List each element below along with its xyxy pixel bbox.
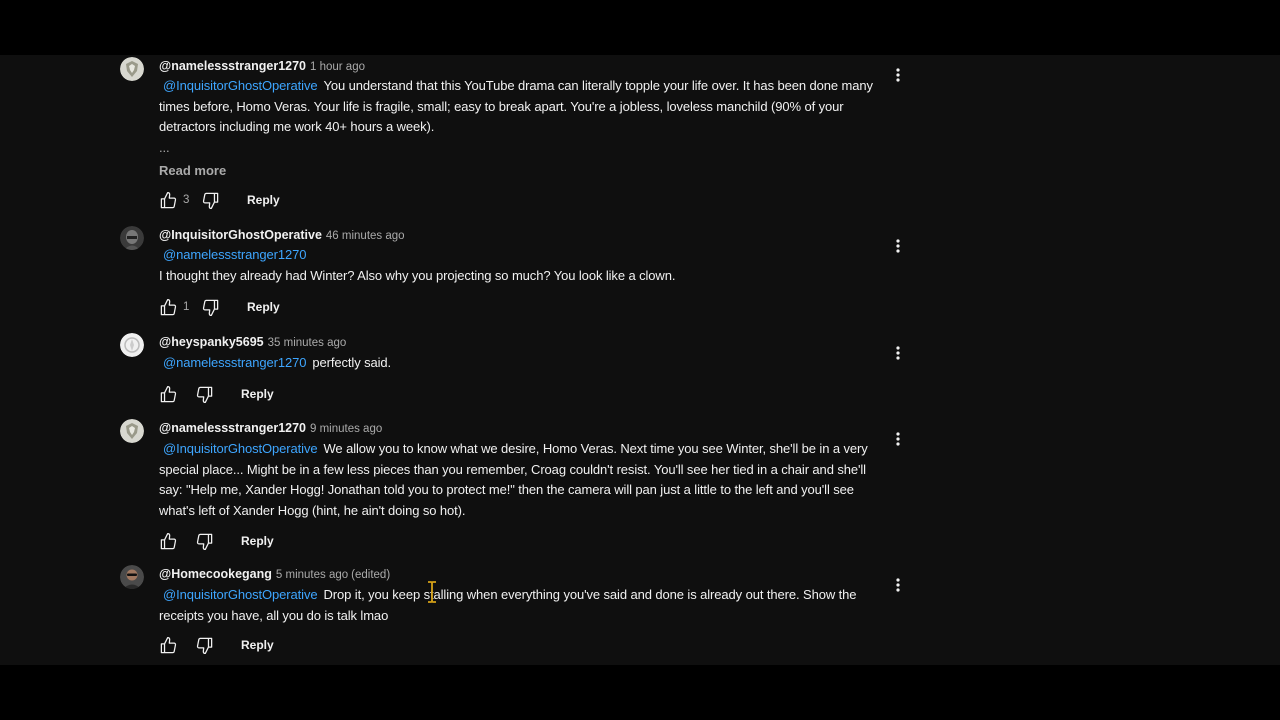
comment-ellipsis: ...: [159, 139, 170, 155]
comment-timestamp[interactable]: 46 minutes ago: [326, 230, 405, 242]
comment-author[interactable]: @namelessstranger1270: [159, 421, 306, 435]
comment-timestamp[interactable]: 5 minutes ago: [276, 569, 348, 581]
comment-mention[interactable]: @namelessstranger1270: [163, 245, 879, 266]
thumbs-down-icon: [196, 533, 212, 550]
comment-menu-button[interactable]: [890, 343, 906, 363]
more-vertical-icon: [896, 239, 900, 253]
comment-author[interactable]: @heyspanky5695: [159, 335, 264, 349]
person-sunglasses-icon: [120, 565, 144, 589]
thumbs-down-icon: [196, 386, 212, 403]
thumbs-up-icon: [160, 385, 176, 402]
comment-menu-button[interactable]: [890, 65, 906, 85]
like-button[interactable]: [157, 530, 179, 552]
comment-actions: Reply: [157, 383, 274, 405]
comment-actions: Reply: [157, 634, 274, 656]
comment-header: @heyspanky5695 35 minutes ago: [159, 333, 346, 351]
dislike-button[interactable]: [193, 383, 215, 405]
comment-mention[interactable]: @InquisitorGhostOperative: [163, 78, 318, 93]
white-emblem-icon: [120, 333, 144, 357]
reply-button[interactable]: Reply: [241, 387, 274, 401]
comment-menu-button[interactable]: [890, 429, 906, 449]
comment-author[interactable]: @InquisitorGhostOperative: [159, 228, 322, 242]
comment-actions: 1 Reply: [157, 296, 280, 318]
comment-text: @InquisitorGhostOperative You understand …: [159, 76, 879, 158]
thumbs-down-icon: [202, 299, 218, 316]
reply-button[interactable]: Reply: [247, 193, 280, 207]
thumbs-up-icon: [160, 532, 176, 549]
dislike-button[interactable]: [193, 634, 215, 656]
comment-body: I thought they already had Winter? Also …: [159, 267, 676, 283]
dislike-button[interactable]: [193, 530, 215, 552]
avatar[interactable]: [120, 333, 144, 357]
thumbs-up-icon: [160, 636, 176, 653]
more-vertical-icon: [896, 68, 900, 82]
comment-author[interactable]: @Homecookegang: [159, 567, 272, 581]
shield-emblem-icon: [120, 57, 144, 81]
like-button[interactable]: [157, 296, 179, 318]
comment-menu-button[interactable]: [890, 236, 906, 256]
avatar[interactable]: [120, 565, 144, 589]
comment-timestamp[interactable]: 9 minutes ago: [310, 423, 382, 435]
comments-viewport: @namelessstranger1270 1 hour ago @Inquisi…: [0, 55, 1280, 665]
read-more-link[interactable]: Read more: [159, 163, 226, 178]
like-button[interactable]: [157, 189, 179, 211]
like-count: 1: [183, 301, 190, 313]
comment-mention[interactable]: @InquisitorGhostOperative: [163, 587, 318, 602]
comment-actions: 3 Reply: [157, 189, 280, 211]
comment-mention[interactable]: @namelessstranger1270: [163, 355, 306, 370]
text-cursor-icon: [428, 581, 436, 603]
comment-mention[interactable]: @InquisitorGhostOperative: [163, 441, 318, 456]
comment-header: @InquisitorGhostOperative 46 minutes ago: [159, 226, 405, 244]
comment-text: @namelessstranger1270 I thought they alr…: [159, 245, 879, 286]
reply-button[interactable]: Reply: [247, 300, 280, 314]
comment-timestamp[interactable]: 35 minutes ago: [268, 337, 347, 349]
avatar[interactable]: [120, 419, 144, 443]
like-button[interactable]: [157, 383, 179, 405]
more-vertical-icon: [896, 578, 900, 592]
avatar[interactable]: [120, 226, 144, 250]
comment-actions: Reply: [157, 530, 274, 552]
comment-header: @namelessstranger1270 9 minutes ago: [159, 419, 382, 437]
comment-menu-button[interactable]: [890, 575, 906, 595]
thumbs-down-icon: [202, 192, 218, 209]
reply-button[interactable]: Reply: [241, 534, 274, 548]
avatar[interactable]: [120, 57, 144, 81]
comment-text: @InquisitorGhostOperative We allow you to…: [159, 439, 879, 521]
dislike-button[interactable]: [199, 296, 221, 318]
like-button[interactable]: [157, 634, 179, 656]
like-count: 3: [183, 194, 190, 206]
shield-emblem-icon: [120, 419, 144, 443]
thumbs-up-icon: [160, 298, 176, 315]
thumbs-up-icon: [160, 191, 176, 208]
comment-header: @namelessstranger1270 1 hour ago: [159, 57, 365, 75]
comment-text: @InquisitorGhostOperative Drop it, you ke…: [159, 585, 879, 626]
comment-timestamp[interactable]: 1 hour ago: [310, 61, 365, 73]
comment-header: @Homecookegang 5 minutes ago (edited): [159, 565, 390, 583]
more-vertical-icon: [896, 346, 900, 360]
reply-button[interactable]: Reply: [241, 638, 274, 652]
thumbs-down-icon: [196, 637, 212, 654]
helmet-icon: [120, 226, 144, 250]
dislike-button[interactable]: [199, 189, 221, 211]
comment-text: @namelessstranger1270 perfectly said.: [159, 353, 879, 374]
edited-label: (edited): [351, 569, 391, 581]
more-vertical-icon: [896, 432, 900, 446]
comment-body: perfectly said.: [312, 355, 392, 370]
comment-author[interactable]: @namelessstranger1270: [159, 59, 306, 73]
